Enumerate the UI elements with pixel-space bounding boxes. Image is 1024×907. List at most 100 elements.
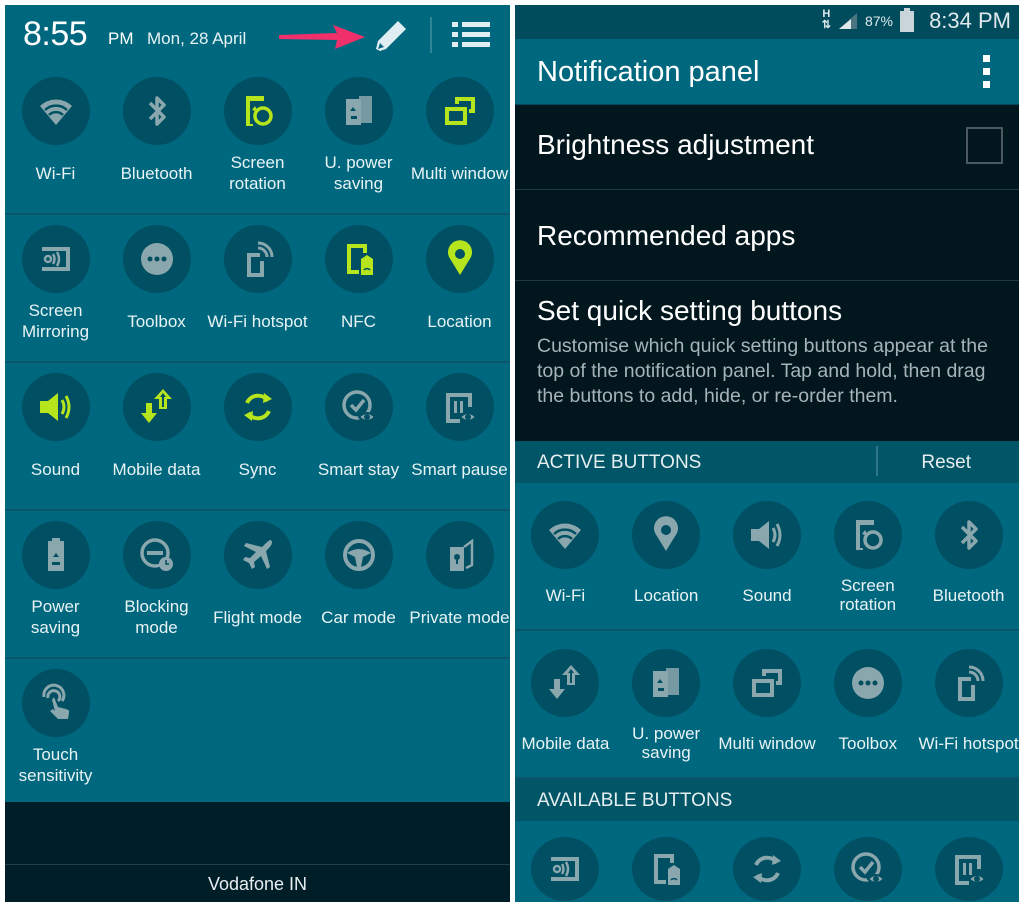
tile-multi-window[interactable]: Multi window xyxy=(717,649,818,777)
quick-settings-grid: Wi-Fi Bluetooth Screen rotation U. power sa… xyxy=(5,67,510,807)
clock-ampm: PM xyxy=(108,29,134,48)
pencil-icon[interactable] xyxy=(370,15,410,55)
tile-screen-mirroring[interactable]: Screen Mirroring xyxy=(5,225,106,361)
tile-wi-fi[interactable]: Wi-Fi xyxy=(515,501,616,629)
tile-label: Private mode xyxy=(409,607,510,627)
tile-bluetooth[interactable]: Bluetooth xyxy=(106,77,207,213)
tile-sync[interactable] xyxy=(717,837,818,901)
mobiledata-icon xyxy=(549,665,581,699)
toolbox-icon xyxy=(851,667,884,699)
tile-label: Multi window xyxy=(718,733,816,753)
tile-u-power-saving[interactable]: U. power saving xyxy=(616,649,717,777)
tile-circle xyxy=(21,373,90,441)
tile-circle xyxy=(21,521,90,589)
bluetooth-icon xyxy=(960,520,978,550)
list-icon[interactable] xyxy=(450,19,492,51)
brightness-adjustment-item[interactable]: Brightness adjustment xyxy=(515,105,1019,190)
tile-sync[interactable]: Sync xyxy=(207,373,308,509)
tile-wi-fi-hotspot[interactable]: Wi-Fi hotspot xyxy=(207,225,308,361)
tile-flight-mode[interactable]: Flight mode xyxy=(207,521,308,657)
upower-icon xyxy=(345,96,372,125)
tile-u-power-saving[interactable]: U. power saving xyxy=(308,77,409,213)
tile-circle xyxy=(223,373,292,441)
status-clock: 8:34 PM xyxy=(929,8,1011,33)
tile-circle xyxy=(833,501,902,569)
brightness-checkbox[interactable] xyxy=(966,127,1003,164)
tile-circle xyxy=(122,225,191,293)
active-buttons-title: ACTIVE BUTTONS xyxy=(537,452,702,473)
carrier-label: Vodafone IN xyxy=(5,864,510,902)
upower-icon xyxy=(653,668,680,697)
rotation-icon xyxy=(855,520,883,550)
more-vert-icon[interactable] xyxy=(983,55,991,91)
tile-bluetooth[interactable]: Bluetooth xyxy=(918,501,1019,629)
tile-power-saving[interactable]: Power saving xyxy=(5,521,106,657)
tile-label: Smart stay xyxy=(317,459,400,479)
tile-label: Sound xyxy=(742,585,792,605)
tile-mobile-data[interactable]: Mobile data xyxy=(106,373,207,509)
tile-label: Wi-Fi hotspot xyxy=(918,733,1019,753)
tile-label: Location xyxy=(427,311,492,331)
wifi-icon xyxy=(39,99,72,125)
tile-sound[interactable]: Sound xyxy=(717,501,818,629)
tile-row: Mobile data U. power saving Multi window To… xyxy=(515,631,1019,779)
header-divider xyxy=(430,17,432,53)
tile-row: Power saving Blocking mode Flight mode Car … xyxy=(5,511,510,659)
tile-label: Smart pause xyxy=(411,459,508,479)
tile-location[interactable]: Location xyxy=(409,225,510,361)
tile-label: Sync xyxy=(238,459,277,479)
network-type-icon: H ⇅ xyxy=(821,8,831,31)
tile-label: Bluetooth xyxy=(932,585,1005,605)
tile-blocking-mode[interactable]: Blocking mode xyxy=(106,521,207,657)
tile-smartstay[interactable] xyxy=(817,837,918,901)
flight-icon xyxy=(242,539,272,569)
tile-mirroring[interactable] xyxy=(515,837,616,901)
notification-header: 8:55 PM Mon, 28 April xyxy=(5,5,510,67)
tile-circle xyxy=(324,373,393,441)
tile-private-mode[interactable]: Private mode xyxy=(409,521,510,657)
tile-circle xyxy=(122,77,191,145)
tile-screen-rotation[interactable]: Screen rotation xyxy=(207,77,308,213)
tile-smart-pause[interactable]: Smart pause xyxy=(409,373,510,509)
tile-label: NFC xyxy=(341,311,376,331)
tile-car-mode[interactable]: Car mode xyxy=(308,521,409,657)
blocking-icon xyxy=(139,538,173,571)
tile-label: Car mode xyxy=(321,607,396,627)
tile-circle xyxy=(833,837,902,901)
powersaving-icon xyxy=(47,538,64,571)
tile-location[interactable]: Location xyxy=(616,501,717,629)
tile-wi-fi[interactable]: Wi-Fi xyxy=(5,77,106,213)
sound-icon xyxy=(750,521,782,549)
tile-label: Sound xyxy=(30,459,81,479)
tile-label: Touch sensitivity xyxy=(18,745,93,785)
tile-label: Mobile data xyxy=(112,459,201,479)
tile-label: Toolbox xyxy=(127,311,186,331)
tile-circle xyxy=(531,501,600,569)
tile-smartpause[interactable] xyxy=(918,837,1019,901)
multiwindow-icon xyxy=(751,669,782,697)
tile-mobile-data[interactable]: Mobile data xyxy=(515,649,616,777)
tile-touch-sensitivity[interactable]: Touch sensitivity xyxy=(5,669,106,805)
tile-screen-rotation[interactable]: Screen rotation xyxy=(817,501,918,629)
tile-sound[interactable]: Sound xyxy=(5,373,106,509)
sync-icon xyxy=(243,393,272,421)
tile-nfc[interactable]: NFC xyxy=(308,225,409,361)
tile-label: Wi-Fi hotspot xyxy=(207,311,308,331)
mirroring-icon xyxy=(41,247,70,271)
tile-row: Sound Mobile data Sync Smart stay Smart paus… xyxy=(5,363,510,511)
tile-toolbox[interactable]: Toolbox xyxy=(106,225,207,361)
reset-button[interactable]: Reset xyxy=(921,452,971,474)
tile-smart-stay[interactable]: Smart stay xyxy=(308,373,409,509)
smartpause-icon xyxy=(445,393,477,423)
tile-multi-window[interactable]: Multi window xyxy=(409,77,510,213)
tile-nfc[interactable] xyxy=(616,837,717,901)
signal-icon xyxy=(839,13,857,29)
rotation-icon xyxy=(245,96,273,126)
battery-icon xyxy=(900,8,914,32)
app-bar: Notification panel xyxy=(515,39,1019,105)
date-label: Mon, 28 April xyxy=(147,29,247,48)
tile-wi-fi-hotspot[interactable]: Wi-Fi hotspot xyxy=(918,649,1019,777)
recommended-apps-item[interactable]: Recommended apps xyxy=(515,190,1019,281)
status-bar: H ⇅ 87% 8:34 PM xyxy=(515,5,1019,39)
tile-toolbox[interactable]: Toolbox xyxy=(817,649,918,777)
